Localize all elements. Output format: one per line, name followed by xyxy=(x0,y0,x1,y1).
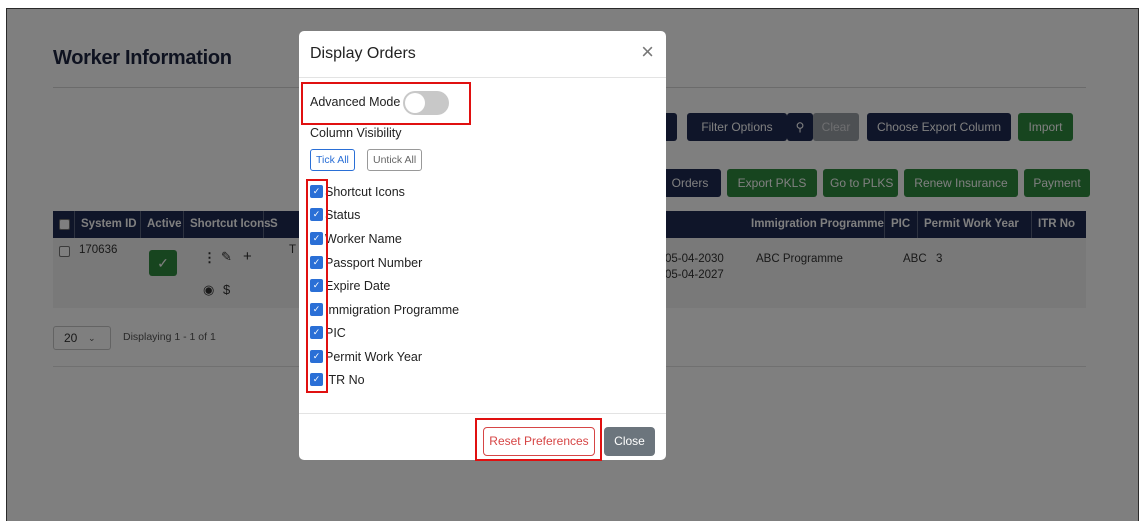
highlight-advanced-mode xyxy=(301,82,471,125)
highlight-reset-preferences xyxy=(475,418,602,461)
column-option-label: Permit Work Year xyxy=(325,350,423,364)
close-button[interactable]: Close xyxy=(604,427,655,456)
untick-all-button[interactable]: Untick All xyxy=(367,149,423,171)
column-visibility-label: Column Visibility xyxy=(310,126,402,140)
modal-header: Display Orders × xyxy=(299,31,666,78)
tick-all-button[interactable]: Tick All xyxy=(310,149,355,171)
column-option-label: Shortcut Icons xyxy=(325,185,405,199)
modal-title: Display Orders xyxy=(310,45,416,62)
display-orders-modal: Display Orders × Advanced Mode Column Vi… xyxy=(299,31,666,461)
column-option-label: ITR No xyxy=(325,373,365,387)
column-option-label: Expire Date xyxy=(325,279,391,293)
column-option-label: Worker Name xyxy=(325,232,402,246)
column-option-label: Passport Number xyxy=(325,256,423,270)
highlight-checkboxes xyxy=(306,179,328,393)
close-icon[interactable]: × xyxy=(641,41,654,63)
worker-information-page: Worker Information ⚲ Filter Options ⚲ Cl… xyxy=(7,9,1138,521)
column-option-label: Immigration Programme xyxy=(325,303,460,317)
column-option-label: PIC xyxy=(325,326,346,340)
app-frame: Worker Information ⚲ Filter Options ⚲ Cl… xyxy=(6,8,1139,521)
modal-footer-divider xyxy=(299,413,666,414)
column-option-label: Status xyxy=(325,208,361,222)
